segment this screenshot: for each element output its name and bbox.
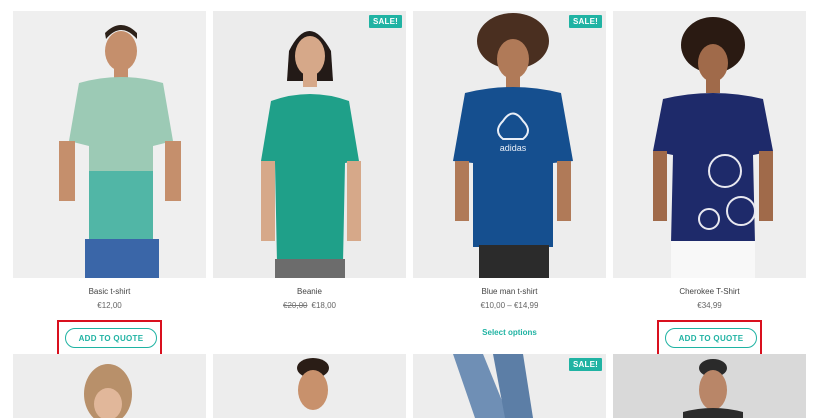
product-name[interactable]: Basic t-shirt (13, 287, 206, 296)
product-card: adidas SALE! Blue man t-shirt €10,00 – €… (413, 11, 606, 351)
highlight-box: ADD TO QUOTE (657, 320, 762, 356)
product-image[interactable] (613, 354, 806, 418)
product-price: €20,00 €18,00 (283, 301, 336, 310)
svg-text:adidas: adidas (500, 143, 527, 153)
product-price: €10,00 – €14,99 (480, 301, 539, 310)
product-image[interactable] (613, 11, 806, 278)
product-image[interactable] (13, 11, 206, 278)
product-name[interactable]: Blue man t-shirt (413, 287, 606, 296)
product-image[interactable]: SALE! (213, 11, 406, 278)
sale-badge: SALE! (569, 15, 602, 28)
product-image[interactable]: SALE! (413, 354, 606, 418)
product-card: Basic t-shirt €12,00 ADD TO QUOTE (13, 11, 206, 356)
product-card: Cherokee T-Shirt €34,99 ADD TO QUOTE (613, 11, 806, 356)
product-image[interactable] (213, 354, 406, 418)
product-price: €34,99 (697, 301, 722, 310)
product-card: SALE! Beanie €20,00 €18,00 (213, 11, 406, 351)
sale-badge: SALE! (369, 15, 402, 28)
highlight-box: ADD TO QUOTE (57, 320, 162, 356)
old-price: €20,00 (283, 301, 308, 310)
add-to-quote-button[interactable]: ADD TO QUOTE (665, 328, 757, 348)
sale-badge: SALE! (569, 358, 602, 371)
product-image[interactable] (13, 354, 206, 418)
add-to-quote-button[interactable]: ADD TO QUOTE (65, 328, 157, 348)
product-image[interactable]: adidas SALE! (413, 11, 606, 278)
select-options-link[interactable]: Select options (413, 328, 606, 337)
product-name[interactable]: Cherokee T-Shirt (613, 287, 806, 296)
product-price: €12,00 (97, 301, 122, 310)
product-name[interactable]: Beanie (213, 287, 406, 296)
